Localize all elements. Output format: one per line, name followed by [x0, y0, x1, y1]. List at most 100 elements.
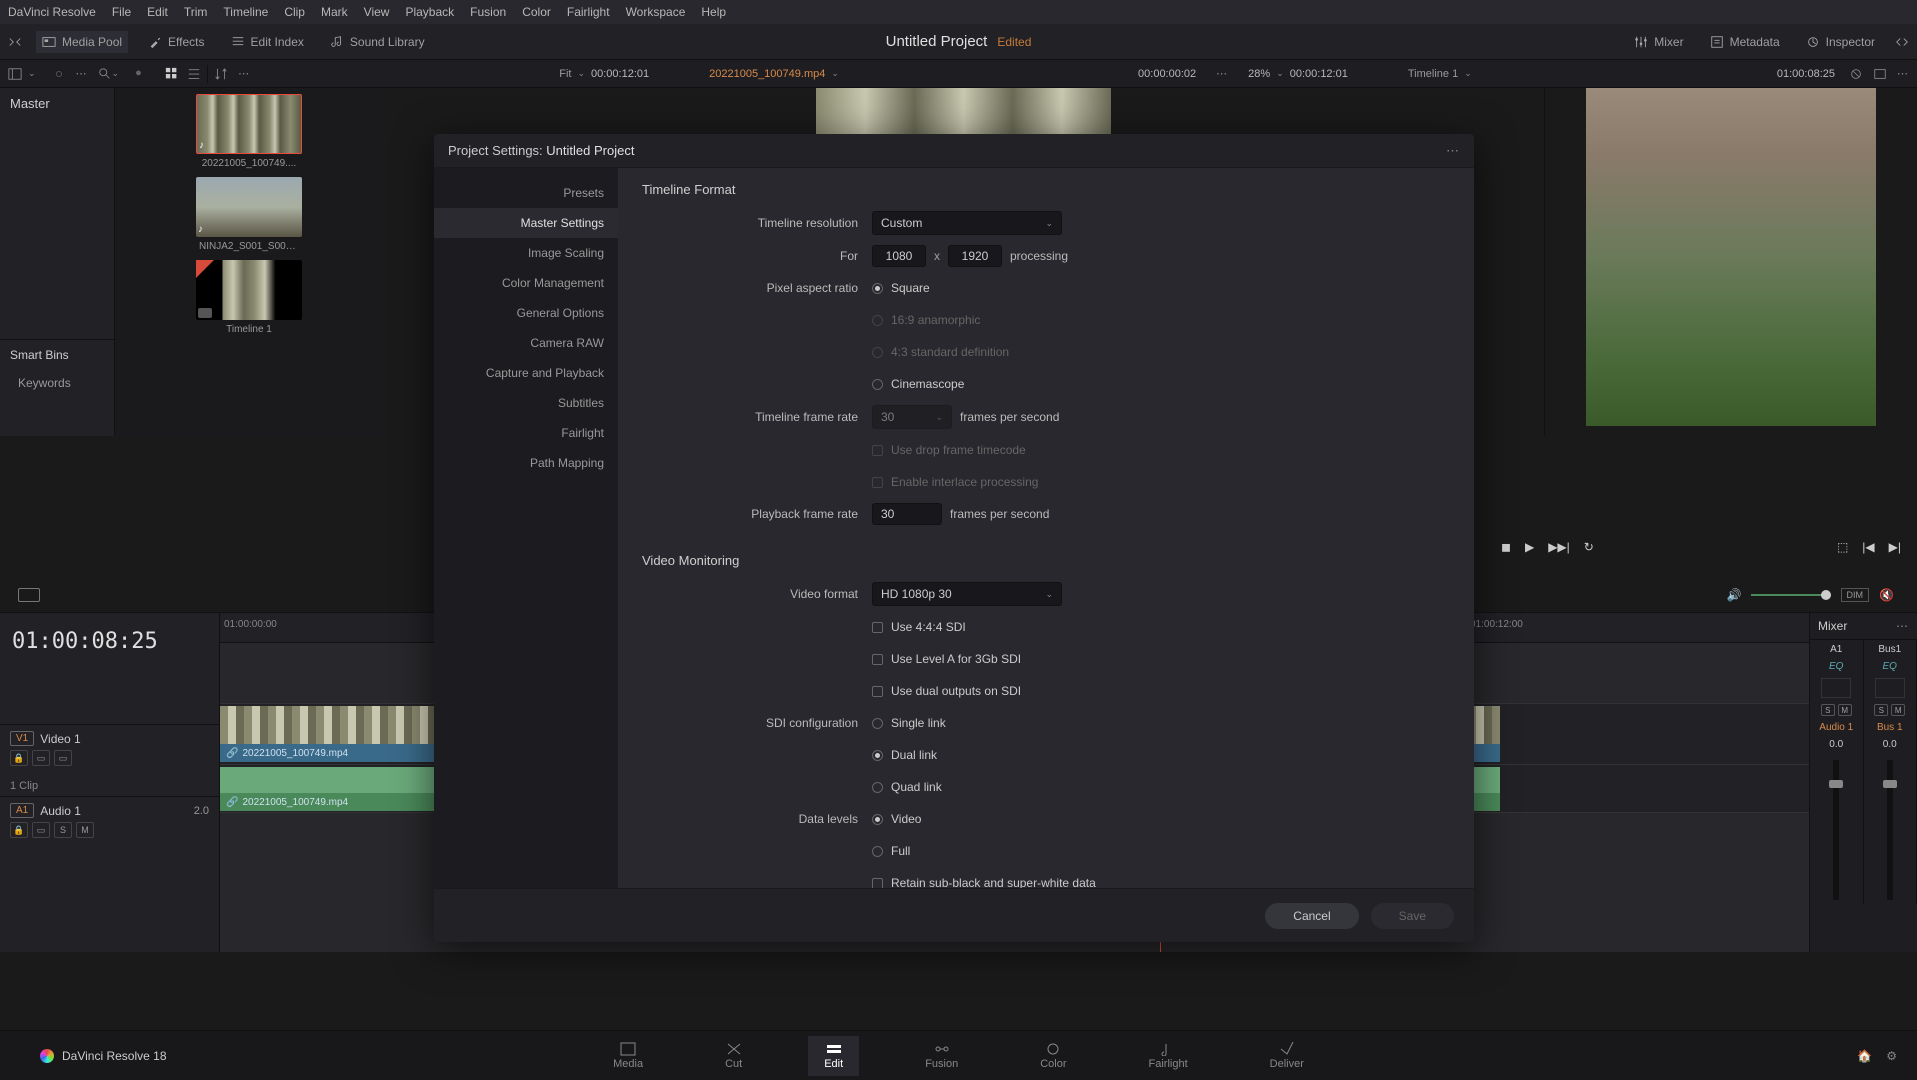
dim-button[interactable]: DIM — [1841, 588, 1870, 602]
next-button[interactable]: ▶▶| — [1548, 540, 1570, 554]
dialog-content[interactable]: Timeline Format Timeline resolution Cust… — [618, 168, 1474, 888]
menu-item[interactable]: Mark — [321, 5, 348, 19]
collapse-icon[interactable] — [1895, 35, 1909, 49]
layout-icon[interactable] — [8, 67, 22, 81]
more-icon[interactable]: ⋯ — [238, 67, 250, 80]
more-icon[interactable]: ⋯ — [1896, 619, 1909, 633]
clip-thumb[interactable]: ♪ NINJA2_S001_S001_... — [196, 177, 302, 252]
eq-label[interactable]: EQ — [1829, 661, 1843, 672]
audio-track-header[interactable]: A1 Audio 1 2.0 🔒 ▭ S M — [0, 796, 219, 848]
thumbnail-icon[interactable]: ▭ — [54, 750, 72, 766]
channel-value[interactable]: 0.0 — [1829, 739, 1843, 750]
video-track-badge[interactable]: V1 — [10, 731, 34, 746]
sidebar-item-fairlight[interactable]: Fairlight — [434, 418, 618, 448]
source-timecode[interactable]: 00:00:12:01 — [591, 68, 649, 80]
cancel-button[interactable]: Cancel — [1265, 903, 1358, 929]
sidebar-item-camera-raw[interactable]: Camera RAW — [434, 328, 618, 358]
next-edit-icon[interactable]: ▶| — [1889, 540, 1901, 554]
match-frame-icon[interactable]: ⬚ — [1837, 540, 1848, 554]
mixer-channel[interactable]: A1 EQ SM Audio 1 0.0 — [1810, 640, 1864, 904]
menu-item[interactable]: Trim — [184, 5, 208, 19]
level-a-checkbox[interactable] — [872, 654, 883, 665]
source-filename[interactable]: 20221005_100749.mp4 — [709, 68, 825, 80]
sound-library-button[interactable]: Sound Library — [324, 31, 431, 53]
mute-button[interactable]: M — [76, 822, 94, 838]
radio-square[interactable] — [872, 283, 883, 294]
sort-icon[interactable] — [214, 67, 228, 81]
prev-edit-icon[interactable]: |◀ — [1862, 540, 1874, 554]
media-page-tab[interactable]: Media — [597, 1036, 659, 1076]
lock-icon[interactable]: 🔒 — [10, 750, 28, 766]
sidebar-item-subtitles[interactable]: Subtitles — [434, 388, 618, 418]
sidebar-item-path-mapping[interactable]: Path Mapping — [434, 448, 618, 478]
search-icon[interactable] — [98, 67, 112, 81]
stop-button[interactable]: ◼ — [1501, 540, 1511, 554]
more-icon[interactable]: ⋯ — [1216, 67, 1228, 80]
timeline-timecode[interactable]: 01:00:08:25 — [0, 613, 219, 670]
clip-thumbnail[interactable]: ♪ — [196, 177, 302, 237]
edit-page-tab[interactable]: Edit — [808, 1036, 859, 1076]
chevron-down-icon[interactable]: ⌄ — [112, 68, 120, 79]
inspector-button[interactable]: Inspector — [1800, 31, 1881, 53]
chevron-down-icon[interactable]: ⌄ — [1464, 68, 1472, 79]
keywords-bin[interactable]: Keywords — [0, 370, 114, 396]
keyboard-icon[interactable] — [18, 588, 40, 602]
solo-button[interactable]: S — [1821, 704, 1835, 716]
mute-button[interactable]: M — [1838, 704, 1852, 716]
play-button[interactable]: ▶ — [1525, 540, 1534, 554]
master-bin[interactable]: Master — [0, 88, 114, 119]
mixer-button[interactable]: Mixer — [1628, 31, 1689, 53]
sidebar-item-presets[interactable]: Presets — [434, 178, 618, 208]
mixer-channel[interactable]: Bus1 EQ SM Bus 1 0.0 — [1864, 640, 1917, 904]
menu-item[interactable]: Fusion — [470, 5, 506, 19]
chevron-down-icon[interactable]: ⌄ — [831, 68, 839, 79]
gear-icon[interactable]: ⚙ — [1886, 1049, 1897, 1063]
timeline-resolution-select[interactable]: Custom⌄ — [872, 211, 1062, 235]
radio-single-link[interactable] — [872, 718, 883, 729]
clip-thumbnail[interactable]: ♪ — [196, 94, 302, 154]
more-icon[interactable]: ⋯ — [1897, 67, 1909, 80]
cut-page-tab[interactable]: Cut — [709, 1036, 758, 1076]
timeline-name[interactable]: Timeline 1 — [1408, 68, 1458, 80]
edit-index-button[interactable]: Edit Index — [225, 31, 310, 53]
menu-item[interactable]: Help — [701, 5, 726, 19]
use-444-checkbox[interactable] — [872, 622, 883, 633]
dual-output-checkbox[interactable] — [872, 686, 883, 697]
video-format-select[interactable]: HD 1080p 30⌄ — [872, 582, 1062, 606]
expand-icon[interactable] — [8, 35, 22, 49]
menu-item[interactable]: Fairlight — [567, 5, 610, 19]
sidebar-item-general-options[interactable]: General Options — [434, 298, 618, 328]
grid-icon[interactable] — [165, 67, 179, 81]
link-icon[interactable] — [52, 67, 66, 81]
eq-label[interactable]: EQ — [1883, 661, 1897, 672]
volume-slider[interactable] — [1751, 594, 1831, 596]
mute-button[interactable]: M — [1891, 704, 1905, 716]
eq-graph[interactable] — [1875, 678, 1905, 698]
lock-icon[interactable]: 🔒 — [10, 822, 28, 838]
clip-thumbnail[interactable] — [196, 260, 302, 320]
fader[interactable] — [1887, 760, 1893, 900]
menu-item[interactable]: Color — [522, 5, 551, 19]
program-timecode[interactable]: 01:00:08:25 — [1777, 68, 1835, 80]
more-icon[interactable]: ⋯ — [1446, 143, 1460, 159]
radio-dual-link[interactable] — [872, 750, 883, 761]
menu-item[interactable]: Workspace — [626, 5, 686, 19]
sidebar-item-color-management[interactable]: Color Management — [434, 268, 618, 298]
clip-thumb[interactable]: ♪ 20221005_100749.... — [196, 94, 302, 169]
bypass-icon[interactable] — [1849, 67, 1863, 81]
more-icon[interactable]: ⋯ — [76, 67, 88, 80]
radio-cinemascope[interactable] — [872, 379, 883, 390]
save-button[interactable]: Save — [1371, 903, 1454, 929]
timeline-viewer[interactable] — [1545, 88, 1917, 436]
menu-item[interactable]: Timeline — [223, 5, 268, 19]
list-icon[interactable] — [187, 67, 201, 81]
auto-select-icon[interactable]: ▭ — [32, 822, 50, 838]
radio-full[interactable] — [872, 846, 883, 857]
menu-item[interactable]: Clip — [284, 5, 305, 19]
fusion-page-tab[interactable]: Fusion — [909, 1036, 974, 1076]
menu-item[interactable]: View — [364, 5, 390, 19]
menu-item[interactable]: Edit — [147, 5, 168, 19]
single-viewer-icon[interactable] — [1873, 67, 1887, 81]
smart-bins-header[interactable]: Smart Bins — [0, 339, 114, 370]
radio-video[interactable] — [872, 814, 883, 825]
